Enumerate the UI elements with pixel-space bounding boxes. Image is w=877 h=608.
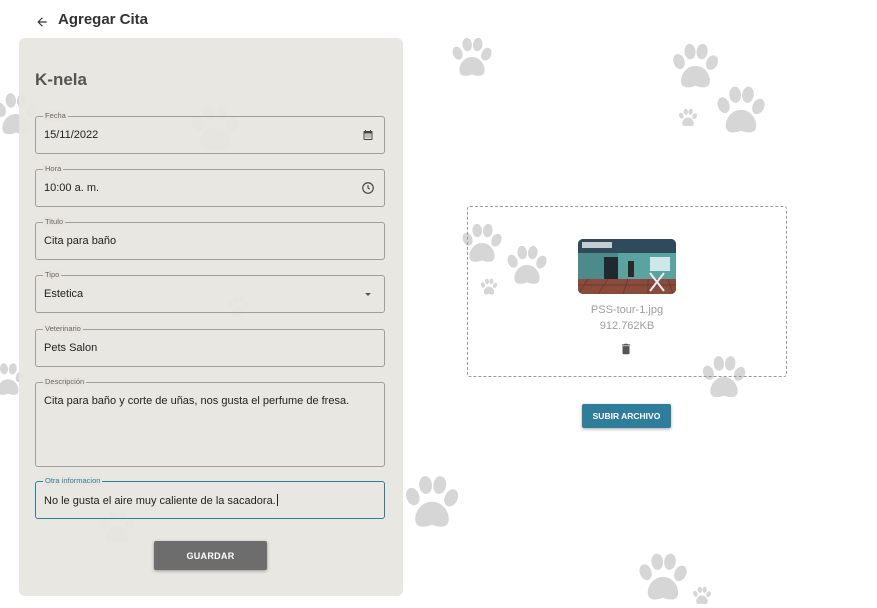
arrow-left-icon bbox=[37, 17, 47, 27]
description-textarea-label: Descripción bbox=[43, 377, 87, 387]
veterinarian-field[interactable]: Veterinario Pets Salon bbox=[35, 324, 385, 367]
type-select[interactable]: Tipo Estetica bbox=[35, 270, 385, 313]
upload-file-button[interactable]: SUBIR ARCHIVO bbox=[582, 404, 671, 428]
file-dropzone[interactable]: PSS-tour-1.jpg 912.762KB bbox=[467, 206, 787, 377]
paw-print-decoration bbox=[712, 82, 770, 140]
description-textarea[interactable]: Descripción Cita para baño y corte de uñ… bbox=[35, 377, 385, 467]
veterinarian-field-label: Veterinario bbox=[43, 324, 83, 334]
other-info-text: No le gusta el aire muy caliente de la s… bbox=[44, 495, 276, 507]
description-textarea-value: Cita para baño y corte de uñas, nos gust… bbox=[44, 395, 350, 407]
page-title: Agregar Cita bbox=[58, 10, 149, 28]
page-header: Agregar Cita bbox=[34, 8, 148, 30]
dropdown-arrow-icon[interactable] bbox=[361, 287, 375, 301]
other-info-field-value: No le gusta el aire muy caliente de la s… bbox=[44, 494, 278, 507]
delete-file-button[interactable] bbox=[619, 341, 633, 357]
appointment-form-card: K-nela Fecha 15/11/2022 Hora 10:00 a. m.… bbox=[19, 38, 403, 596]
paw-print-decoration bbox=[448, 34, 496, 82]
trash-icon bbox=[621, 343, 631, 355]
paw-print-decoration bbox=[400, 470, 464, 536]
other-info-field-label: Otra informacion bbox=[43, 476, 103, 486]
pet-name: K-nela bbox=[35, 70, 87, 89]
paw-print-decoration bbox=[634, 548, 692, 608]
other-info-field[interactable]: Otra informacion No le gusta el aire muy… bbox=[35, 476, 385, 519]
type-select-value: Estetica bbox=[44, 288, 84, 300]
time-field[interactable]: Hora 10:00 a. m. bbox=[35, 164, 385, 207]
clock-icon[interactable] bbox=[361, 181, 375, 195]
time-field-label: Hora bbox=[43, 164, 64, 174]
save-button[interactable]: GUARDAR bbox=[154, 541, 267, 570]
file-thumbnail[interactable] bbox=[578, 239, 676, 294]
back-button[interactable] bbox=[34, 14, 50, 30]
title-field-label: Titulo bbox=[43, 217, 66, 227]
time-field-value: 10:00 a. m. bbox=[44, 182, 100, 194]
title-field[interactable]: Titulo Cita para baño bbox=[35, 217, 385, 260]
file-name: PSS-tour-1.jpg bbox=[590, 304, 664, 316]
paw-print-decoration bbox=[677, 107, 699, 129]
date-field-label: Fecha bbox=[43, 111, 68, 121]
date-field-value: 15/11/2022 bbox=[44, 129, 99, 141]
date-field[interactable]: Fecha 15/11/2022 bbox=[35, 111, 385, 154]
veterinarian-field-value: Pets Salon bbox=[44, 342, 98, 354]
calendar-icon[interactable] bbox=[361, 128, 375, 142]
text-cursor bbox=[276, 494, 278, 506]
paw-print-decoration bbox=[690, 585, 714, 607]
title-field-value: Cita para baño bbox=[44, 235, 117, 247]
type-select-label: Tipo bbox=[43, 270, 62, 280]
file-size: 912.762KB bbox=[599, 320, 655, 332]
